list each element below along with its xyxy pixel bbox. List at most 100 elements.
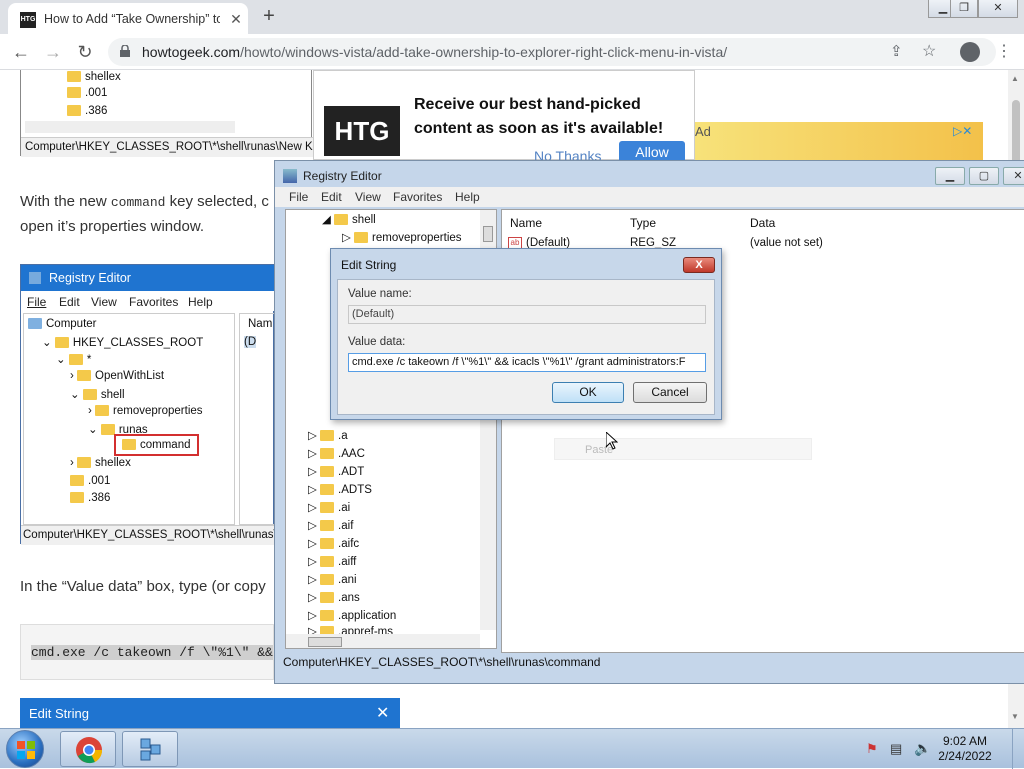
start-button[interactable] — [6, 730, 44, 768]
tree-item[interactable]: ▷ .ani — [308, 572, 357, 586]
menu-file[interactable]: File — [289, 190, 308, 204]
small-regedit-titlebar: Registry Editor — [21, 265, 275, 291]
newsletter-prompt: HTG Receive our best hand-picked content… — [313, 70, 695, 164]
tree-item[interactable]: ▷ .ADTS — [308, 482, 372, 496]
regedit-maximize-button[interactable]: ▢ — [969, 167, 999, 185]
regedit-menubar: File Edit View Favorites Help — [275, 187, 1024, 207]
tab-close-icon[interactable]: ✕ — [228, 11, 244, 27]
code-text: cmd.exe /c takeown /f \"%1\" && — [31, 645, 273, 660]
tree-item-shell[interactable]: ◢ shell — [322, 212, 376, 226]
new-tab-button[interactable]: + — [258, 6, 280, 28]
tab-strip: HTG How to Add “Take Ownership” to ✕ + ▁… — [0, 0, 1024, 34]
tree-item: shellex — [67, 71, 121, 83]
ad-label: Ad — [695, 124, 711, 139]
close-window-button[interactable]: ✕ — [978, 0, 1018, 18]
tree-item[interactable]: ▷ .application — [308, 608, 396, 622]
regedit-icon — [29, 272, 41, 284]
favicon-icon: HTG — [20, 12, 36, 28]
browser-tab[interactable]: HTG How to Add “Take Ownership” to ✕ — [8, 3, 248, 34]
tree-item[interactable]: ▷ .aiff — [308, 554, 356, 568]
dialog-title: Edit String — [341, 258, 397, 272]
small-regedit-menu: File Edit View Favorites Help — [21, 291, 275, 311]
small-regedit-list: Nam (D — [239, 313, 275, 525]
url-text: howtogeek.com/howto/windows-vista/add-ta… — [142, 44, 727, 60]
profile-avatar[interactable] — [960, 42, 980, 62]
tree-item[interactable]: ▷ .ADT — [308, 464, 364, 478]
browser-toolbar: ← → ↻ howtogeek.com/howto/windows-vista/… — [0, 34, 1024, 70]
menu-edit[interactable]: Edit — [321, 190, 342, 204]
mouse-cursor-icon — [606, 432, 618, 450]
edit-string-dialog: Edit String X Value name: (Default) Valu… — [330, 248, 722, 420]
url-path: /howto/windows-vista/add-take-ownership-… — [240, 44, 728, 60]
column-header-type[interactable]: Type — [630, 216, 656, 230]
highlighted-command-key: command — [114, 434, 199, 456]
value-name-field: (Default) — [348, 305, 706, 324]
small-regedit-tree: Computer ⌄ HKEY_CLASSES_ROOT ⌄ * › OpenW… — [23, 313, 235, 525]
regedit-status-bar: Computer\HKEY_CLASSES_ROOT\*\shell\runas… — [283, 655, 601, 669]
inline-code: command — [110, 195, 166, 210]
forward-button[interactable]: → — [40, 39, 66, 65]
value-data-label: Value data: — [348, 336, 406, 348]
registry-editor-window: Registry Editor ▁ ▢ ✕ File Edit View Fav… — [274, 160, 1024, 684]
column-header-name[interactable]: Name — [510, 216, 542, 230]
regedit-minimize-button[interactable]: ▁ — [935, 167, 965, 185]
taskbar-chrome-button[interactable] — [60, 731, 116, 767]
ok-button[interactable]: OK — [552, 382, 624, 403]
article-image-registry-editor: Registry Editor File Edit View Favorites… — [20, 264, 327, 545]
tree-scrollbar[interactable] — [25, 121, 235, 133]
tree-item[interactable]: ▷ .ans — [308, 590, 360, 604]
status-bar: Computer\HKEY_CLASSES_ROOT\*\shell\runas… — [21, 137, 325, 157]
article-paragraph: With the new command key selected, c open… — [20, 193, 269, 235]
show-desktop-button[interactable] — [1012, 729, 1024, 769]
taskbar-regedit-button[interactable] — [122, 731, 178, 767]
menu-help[interactable]: Help — [455, 190, 480, 204]
regedit-title: Registry Editor — [303, 169, 382, 183]
value-data-input[interactable]: cmd.exe /c takeown /f \"%1\" && icacls \… — [348, 353, 706, 372]
menu-favorites[interactable]: Favorites — [393, 190, 442, 204]
column-header-data[interactable]: Data — [750, 216, 775, 230]
action-center-icon[interactable]: ⚑ — [866, 741, 878, 757]
restore-button[interactable]: ❐ — [950, 0, 978, 18]
taskbar: ⚑ ▤ 🔈 9:02 AM 2/24/2022 — [0, 728, 1024, 769]
prompt-headline: Receive our best hand-picked content as … — [414, 96, 664, 137]
windows-logo-icon — [17, 741, 35, 759]
bookmark-star-icon[interactable]: ☆ — [922, 41, 936, 61]
system-clock[interactable]: 9:02 AM 2/24/2022 — [930, 734, 1000, 764]
ad-banner[interactable]: Ad ▷✕ — [695, 122, 983, 162]
tree-item-removeproperties[interactable]: ▷ removeproperties — [342, 230, 462, 244]
address-bar[interactable]: howtogeek.com/howto/windows-vista/add-ta… — [108, 38, 996, 66]
article-image-registry-top: shellex .001 .386 Computer\HKEY_CLASSES_… — [20, 70, 325, 157]
dialog-body: Value name: (Default) Value data: cmd.ex… — [337, 279, 715, 415]
dialog-close-button[interactable]: X — [683, 257, 715, 273]
edit-string-image-banner: Edit String ✕ — [20, 698, 400, 728]
menu-kebab-icon[interactable]: ⋮ — [996, 41, 1012, 61]
context-menu-ghost: Paste — [554, 438, 812, 460]
small-regedit-status: Computer\HKEY_CLASSES_ROOT\*\shell\runas… — [21, 525, 327, 545]
htg-logo: HTG — [324, 106, 400, 156]
network-icon[interactable]: ▤ — [890, 741, 902, 757]
regedit-close-button[interactable]: ✕ — [1003, 167, 1024, 185]
value-name-label: Value name: — [348, 288, 412, 300]
regedit-icon — [283, 169, 297, 183]
clock-time: 9:02 AM — [942, 734, 988, 748]
tab-title: How to Add “Take Ownership” to — [44, 12, 220, 26]
menu-view[interactable]: View — [355, 190, 381, 204]
tree-item: .001 — [67, 87, 107, 99]
back-button[interactable]: ← — [8, 39, 34, 65]
regedit-icon — [140, 738, 161, 761]
volume-icon[interactable]: 🔈 — [914, 740, 931, 757]
cancel-button[interactable]: Cancel — [633, 382, 707, 403]
clock-date: 2/24/2022 — [938, 749, 992, 763]
tree-item[interactable]: ▷ .ai — [308, 500, 350, 514]
article-paragraph: In the “Value data” box, type (or copy — [20, 578, 266, 595]
share-icon[interactable]: ⇪ — [890, 42, 903, 60]
tree-hscrollbar[interactable] — [286, 634, 480, 648]
code-block: cmd.exe /c takeown /f \"%1\" && — [20, 624, 274, 680]
tree-item[interactable]: ▷ .aif — [308, 518, 353, 532]
adchoices-icon[interactable]: ▷✕ — [953, 124, 972, 138]
tree-item[interactable]: ▷ .a — [308, 428, 348, 442]
tree-item[interactable]: ▷ .aifc — [308, 536, 359, 550]
tree-item[interactable]: ▷ .AAC — [308, 446, 365, 460]
reload-button[interactable]: ↻ — [72, 39, 98, 65]
computer-icon — [28, 318, 42, 330]
